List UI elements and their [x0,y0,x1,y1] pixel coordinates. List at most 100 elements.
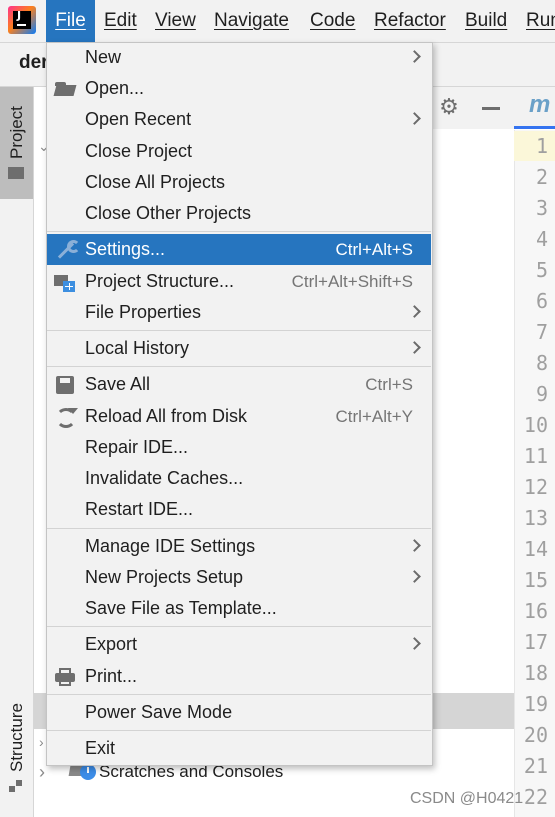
menu-code[interactable]: Code [310,0,355,42]
submenu-arrow-icon [408,539,421,552]
menu-item-label: Manage IDE Settings [85,536,256,556]
line-number: 8 [535,351,548,375]
shortcut-label: Ctrl+Alt+S [335,240,413,259]
line-number: 13 [523,506,548,530]
line-number: 14 [523,537,548,561]
menu-item-close-all-projects[interactable]: Close All Projects [47,167,431,198]
menu-item-manage-ide-settings[interactable]: Manage IDE Settings [47,531,431,562]
project-tab-label: Project [7,106,26,159]
line-number: 6 [535,289,548,313]
submenu-arrow-icon [408,112,421,125]
menu-item-repair-ide[interactable]: Repair IDE... [47,432,431,463]
chevron-right-icon[interactable]: › [39,734,44,750]
line-number: 19 [523,692,548,716]
chevron-right-icon[interactable]: › [39,762,45,783]
menu-item-local-history[interactable]: Local History [47,333,431,364]
menu-item-power-save-mode[interactable]: Power Save Mode [47,697,431,728]
menu-edit[interactable]: Edit [104,0,137,42]
gear-icon[interactable]: ⚙ [438,96,460,118]
menu-item-label: Open Recent [85,109,192,129]
printer-icon [54,666,76,688]
menu-item-label: Settings... [85,239,166,259]
structure-tool-tab[interactable]: Structure [0,690,33,800]
menu-separator [47,330,431,331]
line-number: 10 [523,413,548,437]
menu-item-label: Reload All from Disk [85,406,248,426]
project-folder-icon [8,167,24,179]
menu-separator [47,528,431,529]
reload-icon [54,406,78,428]
menu-view[interactable]: View [155,0,196,42]
structure-tab-label: Structure [7,703,26,772]
menu-bar: File Edit View Navigate Code Refactor Bu… [0,0,555,43]
menu-item-save-file-as-template[interactable]: Save File as Template... [47,593,431,624]
breadcrumb[interactable]: der [19,52,49,74]
menu-item-label: Repair IDE... [85,437,189,457]
menu-navigate[interactable]: Navigate [214,0,289,42]
menu-item-open-recent[interactable]: Open Recent [47,104,431,135]
wrench-icon [54,239,80,261]
menu-item-label: Project Structure... [85,271,235,291]
menu-item-close-project[interactable]: Close Project [47,136,431,167]
menu-item-label: Close All Projects [85,172,226,192]
clock-icon [80,764,96,780]
shortcut-label: Ctrl+Alt+Y [335,407,413,426]
watermark: CSDN @H0421 [410,790,524,807]
menu-item-label: Open... [85,78,145,98]
line-number: 20 [523,723,548,747]
intellij-logo-icon [8,6,36,34]
line-number: 9 [535,382,548,406]
line-number: 3 [535,196,548,220]
line-number: 15 [523,568,548,592]
menu-item-file-properties[interactable]: File Properties [47,297,431,328]
submenu-arrow-icon [408,305,421,318]
menu-item-open[interactable]: Open... [47,73,431,104]
menu-build[interactable]: Build [465,0,507,42]
submenu-arrow-icon [408,637,421,650]
submenu-arrow-icon [408,570,421,583]
line-number: 17 [523,630,548,654]
hide-panel-icon[interactable] [482,107,500,110]
editor-tab[interactable]: m [514,87,555,129]
line-number: 7 [535,320,548,344]
menu-item-invalidate-caches[interactable]: Invalidate Caches... [47,463,431,494]
line-number: 21 [523,754,548,778]
menu-item-export[interactable]: Export [47,629,431,660]
menu-item-label: File Properties [85,302,202,322]
menu-item-label: Power Save Mode [85,702,233,722]
menu-item-label: New [85,47,122,67]
menu-item-label: Export [85,634,138,654]
structure-icon [9,780,23,792]
menu-item-close-other-projects[interactable]: Close Other Projects [47,198,431,229]
menu-item-new-projects-setup[interactable]: New Projects Setup [47,562,431,593]
menu-item-new[interactable]: New [47,42,431,73]
menu-item-label: Print... [85,666,138,686]
menu-separator [47,366,431,367]
line-number: 1 [535,134,548,158]
menu-separator [47,231,431,232]
line-number: 16 [523,599,548,623]
menu-item-exit[interactable]: Exit [47,733,431,764]
menu-item-label: Invalidate Caches... [85,468,244,488]
menu-item-label: Close Other Projects [85,203,252,223]
menu-refactor[interactable]: Refactor [374,0,446,42]
menu-item-label: Save All [85,374,151,394]
menu-item-save-all[interactable]: Save All Ctrl+S [47,369,431,400]
editor-tab-label: m [529,91,551,118]
menu-item-label: Exit [85,738,116,758]
menu-item-project-structure[interactable]: Project Structure... Ctrl+Alt+Shift+S [47,266,431,297]
menu-run[interactable]: Run [526,0,555,42]
line-number: 4 [535,227,548,251]
line-number: 18 [523,661,548,685]
menu-item-settings[interactable]: Settings... Ctrl+Alt+S [47,234,431,265]
menu-item-print[interactable]: Print... [47,661,431,692]
project-structure-icon [54,271,76,293]
folder-open-icon [54,78,76,100]
menu-file[interactable]: File [46,0,95,42]
project-tool-tab[interactable]: Project [0,87,33,199]
shortcut-label: Ctrl+Alt+Shift+S [291,272,413,291]
line-number: 11 [523,444,548,468]
menu-item-reload-all[interactable]: Reload All from Disk Ctrl+Alt+Y [47,401,431,432]
menu-item-restart-ide[interactable]: Restart IDE... [47,494,431,525]
menu-item-label: Restart IDE... [85,499,194,519]
